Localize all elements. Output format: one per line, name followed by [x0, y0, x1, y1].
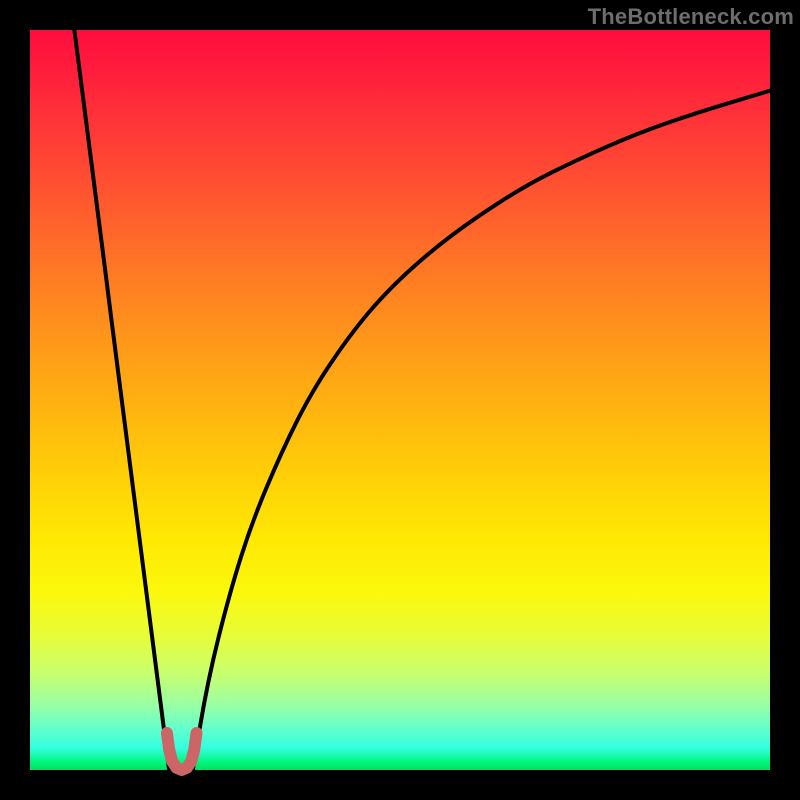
curve-right-branch	[193, 91, 770, 770]
attribution-text: TheBottleneck.com	[588, 4, 794, 30]
curve-left-branch	[74, 30, 169, 770]
valley-marker-u	[167, 733, 197, 770]
bottleneck-curve-svg	[30, 30, 770, 770]
page-frame: TheBottleneck.com	[0, 0, 800, 800]
